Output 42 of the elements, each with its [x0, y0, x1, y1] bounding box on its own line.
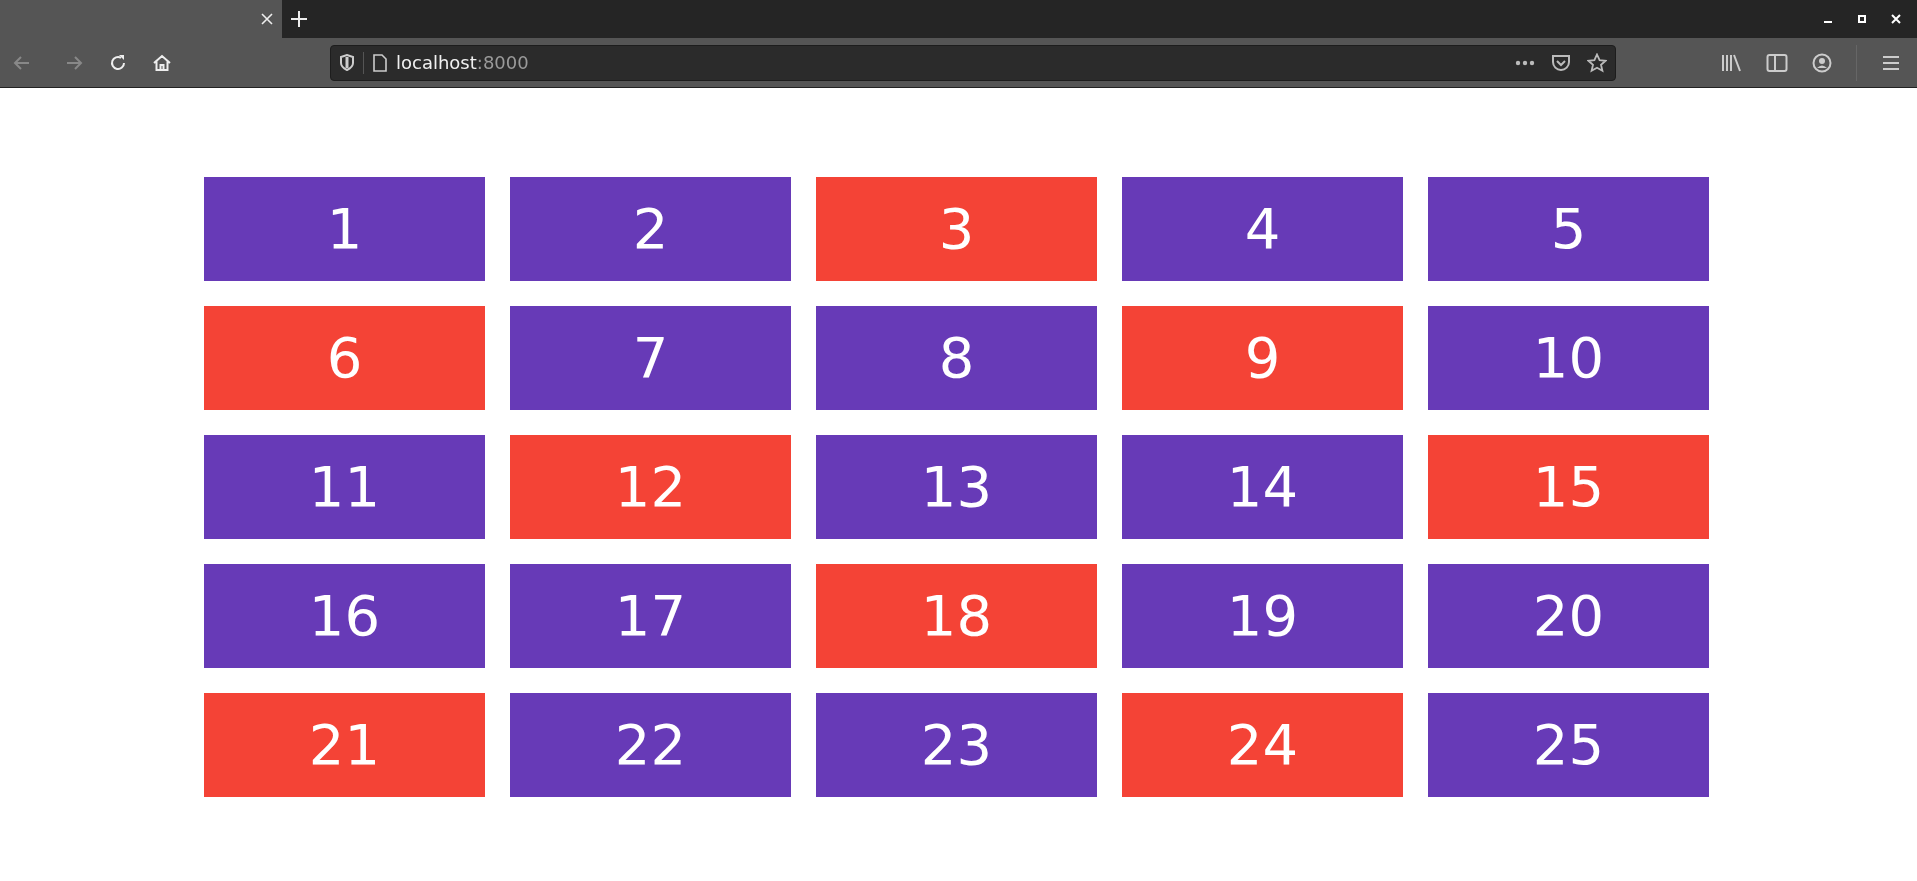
sidebar-icon[interactable] — [1766, 52, 1788, 73]
number-tile: 3 — [816, 177, 1097, 281]
number-tile: 5 — [1428, 177, 1709, 281]
pocket-icon[interactable] — [1551, 52, 1571, 73]
number-tile: 17 — [510, 564, 791, 668]
address-bar[interactable]: localhost:8000 — [330, 44, 1616, 81]
number-tile: 2 — [510, 177, 791, 281]
maximize-icon[interactable] — [1857, 14, 1867, 24]
number-tile: 11 — [204, 435, 485, 539]
reload-icon[interactable] — [108, 52, 128, 73]
library-icon[interactable] — [1720, 52, 1742, 73]
shield-icon[interactable] — [339, 53, 355, 72]
number-tile: 6 — [204, 306, 485, 410]
number-tile: 12 — [510, 435, 791, 539]
number-tile: 8 — [816, 306, 1097, 410]
number-tile: 21 — [204, 693, 485, 797]
url-text: localhost:8000 — [396, 51, 529, 75]
page-icon — [372, 53, 388, 72]
number-tile: 7 — [510, 306, 791, 410]
number-tile: 22 — [510, 693, 791, 797]
number-tile: 1 — [204, 177, 485, 281]
number-tile: 15 — [1428, 435, 1709, 539]
home-icon[interactable] — [152, 52, 172, 73]
new-tab-icon[interactable] — [290, 10, 308, 28]
close-icon[interactable] — [260, 12, 274, 26]
menu-icon[interactable] — [1881, 53, 1901, 72]
number-tile: 9 — [1122, 306, 1403, 410]
close-window-icon[interactable] — [1891, 14, 1901, 24]
number-tile: 13 — [816, 435, 1097, 539]
number-tile: 18 — [816, 564, 1097, 668]
number-tile: 14 — [1122, 435, 1403, 539]
number-tile: 24 — [1122, 693, 1403, 797]
number-tile: 16 — [204, 564, 485, 668]
more-icon[interactable] — [1515, 59, 1535, 66]
star-icon[interactable] — [1587, 52, 1607, 73]
number-tile: 20 — [1428, 564, 1709, 668]
number-tile: 4 — [1122, 177, 1403, 281]
number-tile: 19 — [1122, 564, 1403, 668]
number-tile: 23 — [816, 693, 1097, 797]
number-tile: 25 — [1428, 693, 1709, 797]
account-icon[interactable] — [1812, 52, 1832, 73]
number-tile: 10 — [1428, 306, 1709, 410]
